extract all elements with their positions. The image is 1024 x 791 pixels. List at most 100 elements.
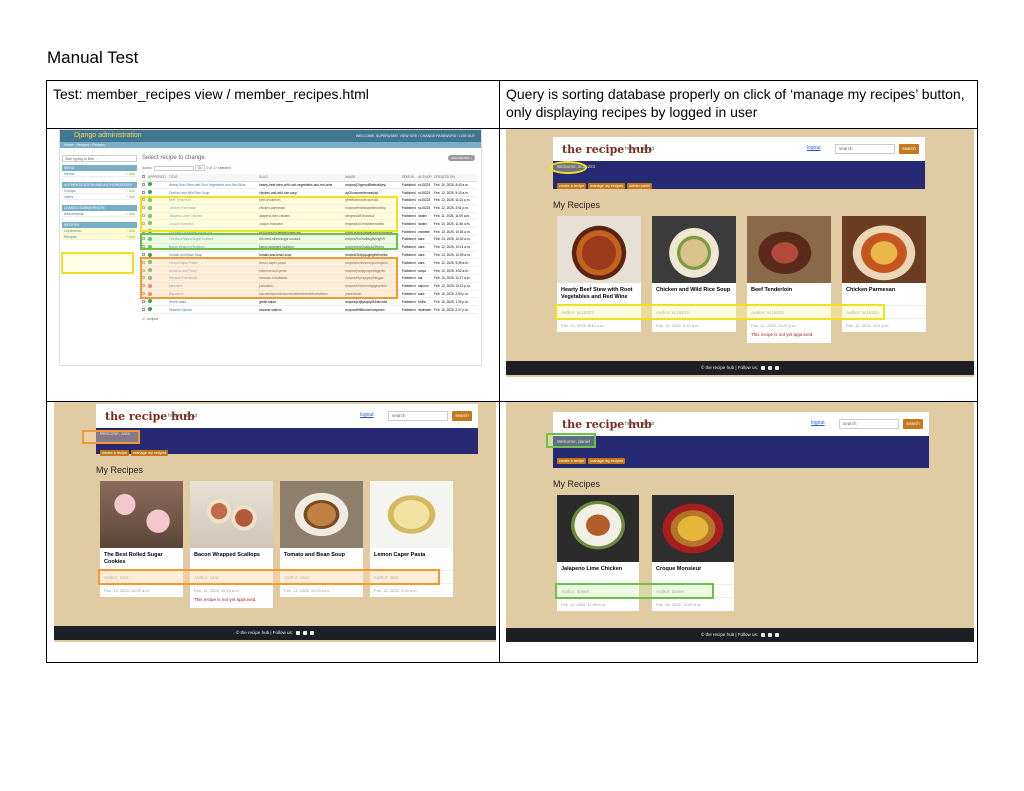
nav-links: home about [168,413,201,419]
column-header[interactable]: IMAGE [345,174,402,182]
admin-user-tools[interactable]: WELCOME, SUPERUSER. VIEW SITE / CHANGE P… [356,130,475,142]
search-button[interactable]: search [903,419,923,429]
recipe-title[interactable]: The Best Rolled Sugar Cookies [100,548,183,570]
youtube-icon[interactable] [775,632,779,637]
logout-link[interactable]: logout [811,420,825,426]
nav-about-link[interactable]: about [642,421,655,427]
user-action-buttons: create a recipe manage my recipes admin pa… [557,174,654,192]
admin-app-module: DJANGO SUMMERNOTE Attachments + Add [62,205,137,217]
recipe-author: sara [418,251,434,260]
select-all-checkbox[interactable] [142,175,145,179]
recipe-created: Feb. 10, 2025, 8:40 a.m. [434,181,477,190]
row-checkbox[interactable] [142,307,145,311]
search-input[interactable]: search [839,419,899,429]
admin-panel-button[interactable]: admin panel [627,183,652,189]
search-input[interactable]: search [835,144,895,154]
recipe-created: Feb. 10, 2025, 2:53 p.m. [434,290,477,299]
table-row[interactable]: Hearty Beef Stew with Root Vegetables an… [142,181,477,190]
row-checkbox[interactable] [142,182,145,186]
recipe-title[interactable]: Chicken and Wild Rice Soup [652,283,736,305]
recipe-title-link[interactable]: Hearty Beef Stew with Root Vegetables an… [168,181,260,190]
recipe-card[interactable]: Beef Tenderloin Author: sc15223 Feb. 12, 2… [747,216,831,343]
instagram-icon[interactable] [303,630,307,635]
recipe-title[interactable]: Chicken Parmesan [842,283,926,305]
admin-model-link[interactable]: Attachments + Add [62,211,137,217]
recipe-created: Feb. 11, 2025, 11:09 a.m. [434,212,477,221]
user-banner: Welcome, sara create a recipe manage my re… [96,428,478,456]
create-recipe-button[interactable]: create a recipe [557,458,587,464]
recipe-title[interactable]: Beef Tenderloin [747,283,831,305]
table-row[interactable]: Greek salad greek-salad recipes/p4j8ysqoqt… [142,297,477,307]
admin-add-link[interactable]: + Add [126,211,135,217]
recipe-author: sammo [418,282,434,291]
table-header-row: APPROVED TITLE SLUG IMAGE STATUS AUTHOR CREATE… [142,174,477,182]
recipe-title-link[interactable]: Greek salad [168,297,260,307]
youtube-icon[interactable] [310,630,314,635]
facebook-icon[interactable] [296,630,300,635]
search-button[interactable]: search [452,411,472,421]
search-button[interactable]: search [899,144,919,154]
nav-home-link[interactable]: home [625,146,638,152]
recipe-title[interactable]: Croque Monsieur [652,562,734,584]
search-input[interactable]: search [388,411,448,421]
row-checkbox[interactable] [142,253,145,257]
sidebar-filter-input[interactable]: Start typing to filter... [62,155,137,162]
nav-about-link[interactable]: about [642,146,655,152]
nav-about-link[interactable]: about [185,413,198,419]
action-select[interactable] [153,165,194,171]
admin-model-link[interactable]: Menus + Add [62,171,137,177]
logout-link[interactable]: logout [807,145,821,151]
admin-add-link[interactable]: + Add [126,234,135,240]
column-header[interactable]: STATUS [401,174,419,182]
go-button[interactable]: Go [194,165,206,171]
facebook-icon[interactable] [761,365,765,370]
recipe-title-link[interactable]: Sesame Salmon [168,305,260,315]
recipe-title[interactable]: Hearty Beef Stew with Root Vegetables an… [557,283,641,305]
recipe-author: bhilia [418,297,434,307]
breadcrumb[interactable]: Home › Recipes › Recipes [60,142,481,148]
admin-model-link[interactable]: Recipes + Add [62,234,137,240]
create-recipe-button[interactable]: create a recipe [557,183,587,189]
manage-my-recipes-button[interactable]: manage my recipes [131,450,169,456]
recipe-created: Feb. 12, 2025, 12:12 p.m. [434,282,477,291]
column-header[interactable]: AUTHOR [418,174,434,182]
manage-my-recipes-button[interactable]: manage my recipes [588,183,626,189]
column-header[interactable]: SLUG [259,174,346,182]
column-header[interactable]: CREATED ON [434,174,477,182]
column-header[interactable]: TITLE [168,174,260,182]
recipe-hub-screenshot-sara: the recipe hub home about logout search searc… [54,402,496,642]
row-checkbox[interactable] [142,299,145,303]
column-header[interactable]: APPROVED [148,174,169,182]
recipe-card[interactable]: Bacon Wrapped Scallops Author: sara Feb. 1… [190,481,273,608]
admin-add-link[interactable]: + Add [126,171,135,177]
youtube-icon[interactable] [775,365,779,370]
recipe-date: Feb. 13, 2025, 10:09 a.m. [284,588,330,593]
recipe-author: sc15223 [418,181,434,190]
navbar: the recipe hub home about logout search searc… [553,137,925,161]
highlight-author-row [555,304,885,320]
admin-model-label: Comments [64,229,81,233]
recipe-title[interactable]: Tomato and Bean Soup [280,548,363,570]
recipe-status: Published [401,258,419,268]
instagram-icon[interactable] [768,365,772,370]
instagram-icon[interactable] [768,632,772,637]
recipe-title[interactable]: Jalapeno Lime Chicken [557,562,639,584]
row-checkbox[interactable] [142,190,145,194]
recipe-title[interactable]: Lemon Caper Pasta [370,548,453,570]
admin-model-link[interactable]: Users + Add [62,194,137,200]
my-recipes-heading: My Recipes [553,479,601,489]
result-count: 17 recipes [142,317,159,322]
add-recipe-button[interactable]: ADD RECIPE + [448,155,475,161]
create-recipe-button[interactable]: create a recipe [100,450,130,456]
nav-home-link[interactable]: home [625,421,638,427]
nav-home-link[interactable]: home [168,413,181,419]
facebook-icon[interactable] [761,632,765,637]
recipe-created: Feb. 12, 2025, 11:21 p.m. [434,196,477,205]
approved-icon [148,299,152,304]
recipe-status: Published [401,274,419,283]
table-row[interactable]: Sesame Salmon sesame-salmon recipes/fbfl6h… [142,305,477,315]
logout-link[interactable]: logout [360,412,374,418]
recipe-title[interactable]: Bacon Wrapped Scallops [190,548,273,570]
admin-add-link[interactable]: + Add [126,194,135,200]
manage-my-recipes-button[interactable]: manage my recipes [588,458,626,464]
